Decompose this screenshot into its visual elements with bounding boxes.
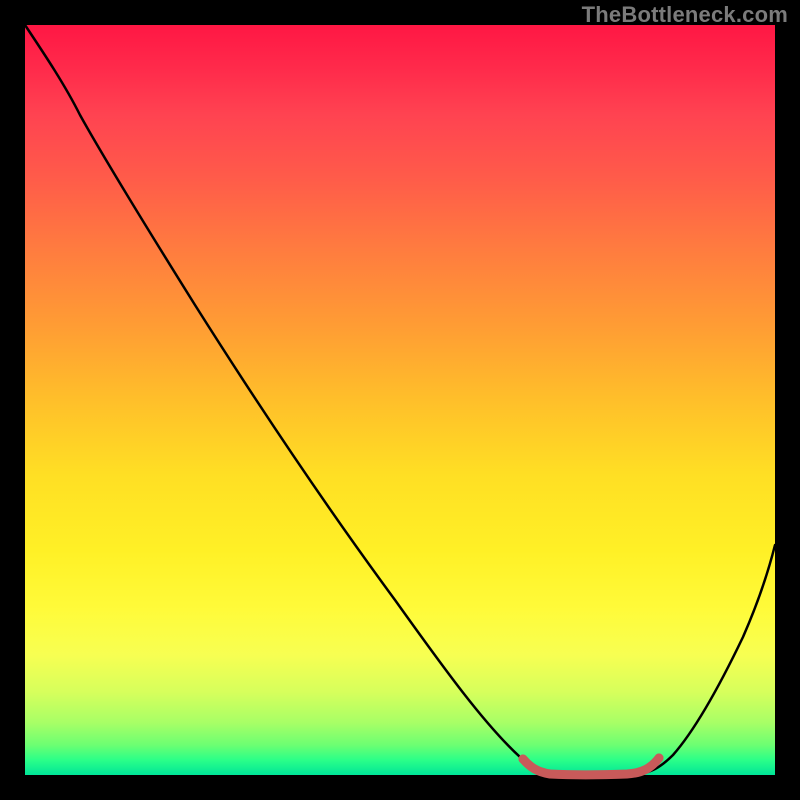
trough-marker-path bbox=[523, 758, 659, 775]
trough-marker-dot-left bbox=[519, 755, 528, 764]
bottleneck-curve-path bbox=[25, 25, 775, 774]
plot-area bbox=[25, 25, 775, 775]
curve-overlay bbox=[25, 25, 775, 775]
chart-frame: TheBottleneck.com bbox=[0, 0, 800, 800]
watermark-text: TheBottleneck.com bbox=[582, 2, 788, 28]
trough-marker-dot-right bbox=[655, 754, 664, 763]
